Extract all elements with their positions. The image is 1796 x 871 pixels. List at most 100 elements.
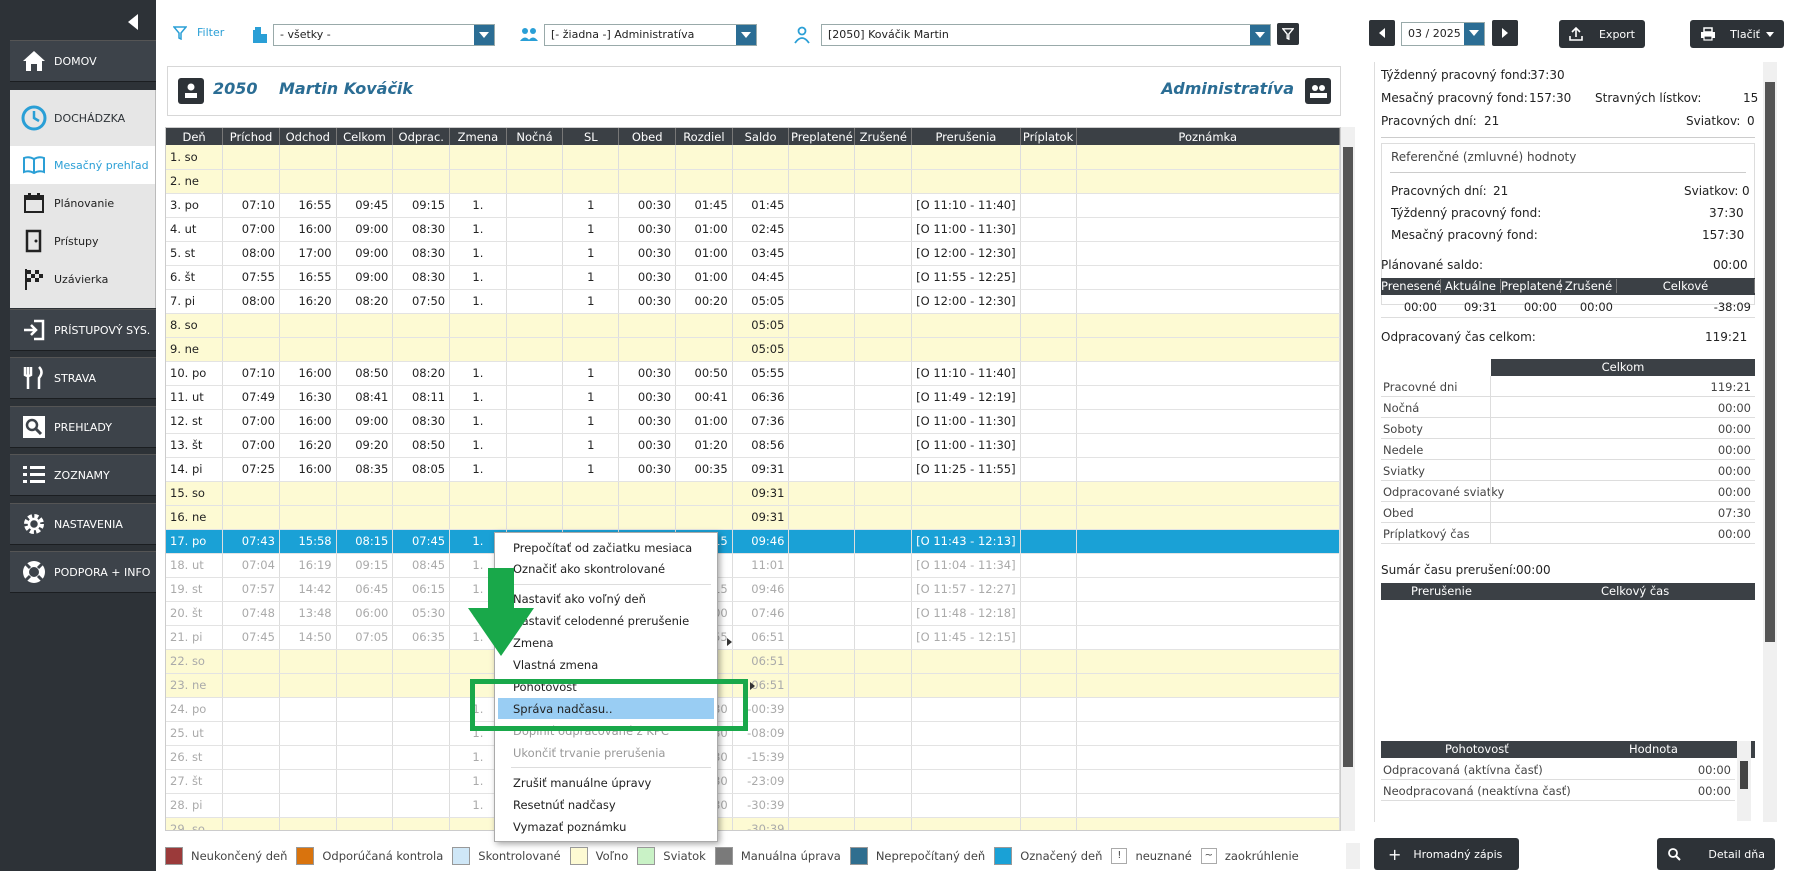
pohotovost-scrollbar[interactable] [1737,741,1751,821]
table-row[interactable]: 10. po 07:10 16:00 08:50 08:20 1. 1 00:30 00:50 0… [166,361,1340,386]
filter-label[interactable]: Filter [197,26,224,39]
table-row[interactable]: 12. st 07:00 16:00 09:00 08:30 1. 1 00:30 01:00 0… [166,409,1340,434]
table-row[interactable]: 15. so 09:31 [166,481,1340,506]
table-row[interactable]: 13. št 07:00 16:20 09:20 08:50 1. 1 00:30 01:20 0… [166,433,1340,458]
table-row[interactable]: 21. pi 07:45 14:50 07:05 06:35 1. 55 06:51 [O 11… [166,625,1340,650]
table-row[interactable]: 24. po 1. 30 -00:39 [166,697,1340,722]
chevron-down-icon[interactable] [736,25,756,45]
table-cell: 11:01 [732,553,790,578]
scrollbar-thumb[interactable] [1343,147,1353,767]
menu-item-vlastna-zmena[interactable]: Vlastná zmena [513,656,598,674]
menu-item-prepocitat[interactable]: Prepočítať od začiatku mesiaca [513,539,692,557]
person-select[interactable]: [2050] Kováčik Martin [821,24,1271,46]
filter-button[interactable] [1277,23,1299,45]
column-header[interactable]: Deň [166,128,224,145]
nav-dochadzka[interactable]: DOCHÁDZKA [10,90,155,146]
chevron-down-icon[interactable] [1464,23,1484,45]
sidebar-item-planovanie[interactable]: Plánovanie [10,184,155,222]
table-row[interactable]: 9. ne 05:05 [166,337,1340,362]
table-cell [336,649,394,674]
table-row[interactable]: 6. št 07:55 16:55 09:00 08:30 1. 1 00:30 01:00 04… [166,265,1340,290]
table-row[interactable]: 7. pi 08:00 16:20 08:20 07:50 1. 1 00:30 00:20 05… [166,289,1340,314]
table-row[interactable]: 11. ut 07:49 16:30 08:41 08:11 1. 1 00:30 00:41 0… [166,385,1340,410]
column-header[interactable]: Celkom [336,128,394,145]
prev-month-button[interactable] [1369,20,1395,46]
table-row[interactable]: 29. so -30:39 [166,817,1340,830]
table-row[interactable]: 4. ut 07:00 16:00 09:00 08:30 1. 1 00:30 01:00 02… [166,217,1340,242]
nav-domov[interactable]: DOMOV [10,40,156,82]
nav-strava[interactable]: STRAVA [10,357,156,399]
table-cell [1020,385,1077,410]
menu-item-zrusit[interactable]: Zrušiť manuálne úpravy [513,774,651,792]
table-row[interactable]: 22. so 06:51 [166,649,1340,674]
menu-item-resetnut[interactable]: Resetnúť nadčasy [513,796,616,814]
column-header[interactable]: Zmena [449,128,507,145]
table-cell [222,481,280,506]
column-header[interactable]: Odchod [279,128,337,145]
table-cell [279,481,337,506]
chevron-down-icon[interactable] [1766,31,1774,37]
column-header[interactable]: Rozdiel [675,128,733,145]
table-row[interactable]: 3. po 07:10 16:55 09:45 09:15 1. 1 00:30 01:45 01… [166,193,1340,218]
sidebar-item-mesacny-prehlad[interactable]: Mesačný prehľad [10,146,155,184]
detail-dna-button[interactable]: Detail dňa [1657,838,1775,870]
nav-pristupovy-sys[interactable]: PRÍSTUPOVÝ SYS. [10,309,156,351]
column-header[interactable]: Príplatok [1020,128,1077,145]
column-header[interactable]: Preplatené [788,128,856,145]
building-select[interactable]: - všetky - [273,24,495,46]
nav-zoznamy[interactable]: ZOZNAMY [10,454,156,496]
column-header[interactable]: Prerušenia [911,128,1021,145]
nav-podpora[interactable]: PODPORA + INFO [10,551,156,593]
summary-scrollbar[interactable] [1763,62,1777,822]
column-header[interactable]: Zrušené [854,128,913,145]
print-button[interactable]: Tlačiť [1690,20,1784,48]
menu-item-celodenne[interactable]: Nastaviť celodenné prerušenie [513,612,689,630]
detail-label: Detail dňa [1708,847,1765,861]
column-header[interactable]: Nočná [506,128,564,145]
table-row[interactable]: 25. ut 1. 30 -08:09 [166,721,1340,746]
table-row[interactable]: 5. st 08:00 17:00 09:00 08:30 1. 1 00:30 01:00 03… [166,241,1340,266]
column-header[interactable]: SL [562,128,620,145]
chevron-down-icon[interactable] [474,25,494,45]
menu-item-vymazat[interactable]: Vymazať poznámku [513,818,626,836]
nav-nastavenia[interactable]: NASTAVENIA [10,503,156,545]
column-header[interactable]: Odprac. [392,128,451,145]
sidebar-item-pristupy[interactable]: Prístupy [10,222,155,260]
table-row[interactable]: 28. pi 1. 30 -30:39 [166,793,1340,818]
table-row[interactable]: 2. ne [166,169,1340,194]
table-row[interactable]: 26. st 1. 30 -15:39 [166,745,1340,770]
table-row[interactable]: 27. št 1. 30 -23:09 [166,769,1340,794]
column-header[interactable]: Príchod [222,128,280,145]
collapse-sidebar-icon[interactable] [128,14,138,30]
employee-name: Martin Kováčik [279,79,414,98]
table-row[interactable]: 14. pi 07:25 16:00 08:35 08:05 1. 1 00:30 00:35 0… [166,457,1340,482]
chevron-down-icon[interactable] [1250,25,1270,45]
filter-icon[interactable] [172,26,188,44]
table-row[interactable]: 8. so 05:05 [166,313,1340,338]
table-cell: 07:10 [222,361,280,386]
table-row[interactable]: 18. ut 07:04 16:19 09:15 08:45 1. 11:01 [O 11:0… [166,553,1340,578]
group-select[interactable]: [- žiadna -] Administratíva [544,24,757,46]
table-row[interactable]: 17. po 07:43 15:58 08:15 07:45 1. 15 09:46 [O 11… [166,529,1340,554]
table-row[interactable]: 1. so [166,145,1340,170]
table-cell [854,217,913,242]
sidebar-item-uzavierka[interactable]: Uzávierka [10,260,155,298]
scrollbar-thumb[interactable] [1765,82,1775,642]
table-row[interactable]: 19. st 07:57 14:42 06:45 06:15 1. 15 09:46 [O 11… [166,577,1340,602]
column-header[interactable]: Poznámka [1076,128,1340,145]
period-select[interactable]: 03 / 2025 [1401,22,1485,46]
export-button[interactable]: Export [1559,20,1645,48]
table-cell: 17. po [166,529,224,554]
next-month-button[interactable] [1492,20,1518,46]
table-cell: [O 11:10 - 11:40] [911,193,1021,218]
table-row[interactable]: 16. ne 09:31 [166,505,1340,530]
menu-item-ukoncit[interactable]: Ukončiť trvanie prerušenia [513,744,665,762]
hromadny-zapis-button[interactable]: + Hromadný zápis [1374,838,1519,870]
nav-nastavenia-label: NASTAVENIA [54,517,123,531]
nav-prehlady[interactable]: PREHĽADY [10,406,156,448]
legend-scrollbar[interactable] [1346,843,1360,869]
column-header[interactable]: Obed [618,128,677,145]
column-header[interactable]: Saldo [732,128,790,145]
table-scrollbar[interactable] [1341,127,1355,831]
table-row[interactable]: 20. št07:4813:4806:0005:301.0007:46[O 11… [166,601,1340,626]
